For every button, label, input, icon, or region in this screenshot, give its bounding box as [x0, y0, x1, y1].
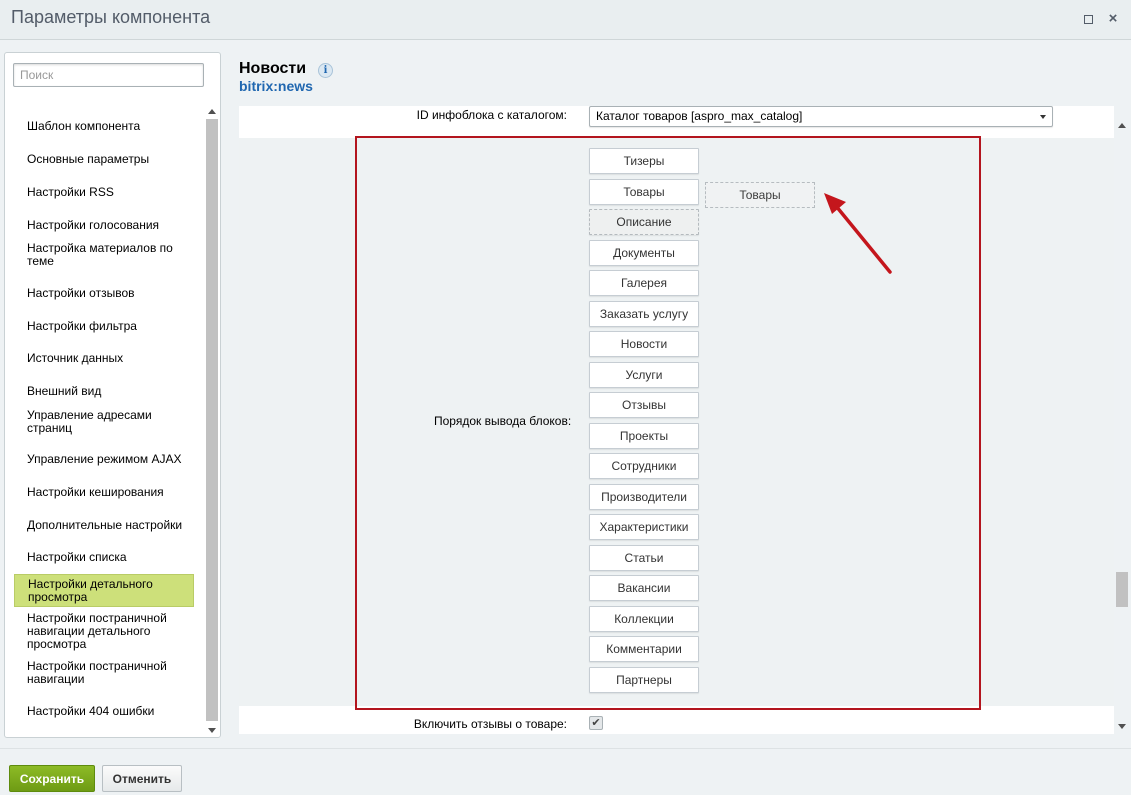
sidebar-scrollbar[interactable] — [205, 105, 219, 735]
info-icon[interactable]: i — [318, 63, 333, 78]
iblock-label: ID инфоблока с каталогом: — [416, 108, 567, 122]
sidebar-item[interactable]: Настройки детального просмотра — [14, 574, 194, 607]
sidebar-item[interactable]: Источник данных — [14, 347, 194, 369]
sidebar-item[interactable]: Настройки 404 ошибки — [14, 700, 194, 722]
sidebar-item[interactable]: Настройки постраничной навигации — [14, 659, 194, 687]
content-scrollbar[interactable] — [1115, 119, 1129, 731]
sidebar-item[interactable]: Управление адресами страниц — [14, 408, 194, 436]
sidebar-item[interactable]: Внешний вид — [14, 380, 194, 402]
reviews-label: Включить отзывы о товаре: — [413, 717, 567, 731]
sidebar-item[interactable]: Шаблон компонента — [14, 115, 194, 137]
block-item[interactable]: Заказать услугу — [589, 300, 699, 327]
sidebar-item[interactable]: Настройки отзывов — [14, 282, 194, 304]
block-item[interactable]: Характеристики — [589, 514, 699, 540]
dialog-footer: Сохранить Отменить — [0, 748, 1131, 795]
block-item[interactable]: Услуги — [589, 361, 699, 388]
block-item[interactable]: Новости — [589, 331, 699, 357]
block-item[interactable]: Описание — [589, 209, 699, 235]
sidebar-item[interactable]: Настройка материалов по теме — [14, 241, 194, 269]
block-item[interactable]: Статьи — [589, 544, 699, 571]
scrollbar-thumb[interactable] — [206, 119, 218, 721]
block-item[interactable]: Товары — [589, 178, 699, 205]
block-item[interactable]: Отзывы — [589, 392, 699, 418]
block-item[interactable]: Производители — [589, 483, 699, 510]
scroll-down-icon[interactable] — [1118, 724, 1126, 729]
iblock-select-value: Каталог товаров [aspro_max_catalog] — [596, 109, 803, 123]
sidebar-item[interactable]: Настройки голосования — [14, 214, 194, 236]
sidebar-item[interactable]: Дополнительные настройки — [14, 514, 194, 536]
search-input[interactable] — [13, 63, 204, 87]
block-item[interactable]: Галерея — [589, 270, 699, 296]
dragged-block[interactable]: Товары — [705, 182, 815, 208]
scroll-down-icon[interactable] — [208, 728, 216, 733]
close-icon[interactable]: × — [1105, 11, 1121, 27]
scroll-up-icon[interactable] — [1118, 123, 1126, 128]
block-item[interactable]: Документы — [589, 239, 699, 266]
cancel-button[interactable]: Отменить — [102, 765, 182, 792]
block-item[interactable]: Проекты — [589, 422, 699, 449]
window-title: Параметры компонента — [11, 7, 211, 27]
block-item[interactable]: Комментарии — [589, 636, 699, 662]
iblock-select[interactable]: Каталог товаров [aspro_max_catalog] — [589, 106, 1053, 127]
sidebar-item[interactable]: Настройки RSS — [14, 181, 194, 203]
block-item[interactable]: Тизеры — [589, 148, 699, 174]
sidebar-item[interactable]: Настройки фильтра — [14, 315, 194, 337]
sidebar-item[interactable]: Настройки постраничной навигации детальн… — [14, 610, 194, 652]
sidebar-item[interactable]: Основные параметры — [14, 148, 194, 170]
block-item[interactable]: Партнеры — [589, 666, 699, 693]
block-order-label: Порядок вывода блоков: — [434, 414, 572, 428]
sidebar-item[interactable]: Управление режимом AJAX — [14, 448, 194, 470]
settings-content: ID инфоблока с каталогом: Каталог товаро… — [239, 106, 1114, 734]
chevron-down-icon — [1040, 115, 1046, 119]
sidebar-item[interactable]: Настройки кеширования — [14, 481, 194, 503]
reviews-checkbox[interactable]: ✔ — [589, 716, 603, 730]
component-code: bitrix:news — [239, 78, 313, 94]
maximize-icon[interactable] — [1081, 11, 1097, 27]
scroll-up-icon[interactable] — [208, 109, 216, 114]
save-button[interactable]: Сохранить — [9, 765, 95, 792]
block-item[interactable]: Сотрудники — [589, 453, 699, 479]
settings-sidebar: Шаблон компонента Основные параметры Настр… — [4, 52, 221, 738]
component-title: Новости — [239, 60, 307, 77]
sidebar-item[interactable]: Настройки списка — [14, 546, 194, 568]
window-title-bar: Параметры компонента × — [0, 0, 1131, 40]
scrollbar-thumb[interactable] — [1116, 572, 1128, 607]
block-item[interactable]: Вакансии — [589, 575, 699, 601]
block-item[interactable]: Коллекции — [589, 605, 699, 632]
